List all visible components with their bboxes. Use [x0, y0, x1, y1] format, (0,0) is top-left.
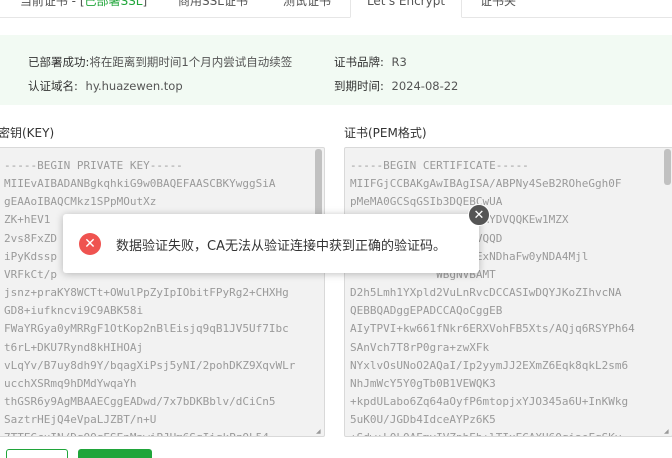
- certificate-scrollbar[interactable]: [663, 148, 672, 435]
- cert-domain-value: hy.huazewen.top: [85, 79, 183, 93]
- cert-brand-label: 证书品牌:: [334, 55, 384, 69]
- key-section-label: 密钥(KEY): [0, 126, 55, 140]
- cert-domain: 认证域名: hy.huazewen.top: [28, 78, 183, 94]
- private-key-resize-handle[interactable]: ◢: [316, 429, 322, 435]
- deploy-status-label: 已部署成功:: [28, 55, 90, 69]
- cert-section-label: 证书(PEM格式): [344, 126, 427, 140]
- private-key-textarea[interactable]: -----BEGIN PRIVATE KEY----- MIIEvAIBADAN…: [0, 147, 325, 437]
- cert-domain-label: 认证域名:: [28, 79, 78, 93]
- tab-commercial-ssl[interactable]: 商用SSL证书: [171, 0, 255, 17]
- tab-bar: 当前证书 - [已部署SSL] 商用SSL证书 测试证书 Let's Encry…: [0, 0, 672, 18]
- cert-info-panel: 已部署成功:将在距离到期时间1个月内尝试自动续签 认证域名: hy.huazew…: [0, 35, 672, 105]
- certificate-scroll-thumb[interactable]: [664, 149, 671, 185]
- deploy-status: 已部署成功:将在距离到期时间1个月内尝试自动续签: [28, 54, 292, 70]
- error-icon: ✕: [79, 233, 101, 255]
- deploy-status-value: 将在距离到期时间1个月内尝试自动续签: [89, 55, 293, 69]
- cert-expiry: 到期时间: 2024-08-22: [334, 78, 458, 94]
- tab-current-cert[interactable]: 当前证书 - [已部署SSL]: [0, 0, 171, 17]
- bottom-button-left[interactable]: [6, 449, 68, 458]
- close-icon[interactable]: ✕: [468, 204, 490, 226]
- cert-brand-value: R3: [391, 55, 407, 69]
- cert-expiry-value: 2024-08-22: [391, 79, 459, 93]
- error-message: 数据验证失败，CA无法从验证连接中获到正确的验证码。: [116, 239, 446, 254]
- tab-lets-encrypt[interactable]: Let's Encrypt: [350, 0, 462, 18]
- bottom-button-right[interactable]: [78, 449, 152, 458]
- tab-test-cert[interactable]: 测试证书: [275, 0, 339, 17]
- certificate-resize-handle[interactable]: ◢: [664, 429, 670, 435]
- certificate-textarea[interactable]: -----BEGIN CERTIFICATE----- MIIFGjCCBAKg…: [344, 147, 672, 437]
- cert-brand: 证书品牌: R3: [334, 54, 407, 70]
- cert-expiry-label: 到期时间:: [334, 79, 384, 93]
- deployed-ssl-highlight: 已部署SSL: [84, 0, 143, 8]
- private-key-scrollbar[interactable]: [314, 148, 323, 435]
- error-toast: ✕ 数据验证失败，CA无法从验证连接中获到正确的验证码。: [63, 214, 479, 273]
- tab-cert-folder[interactable]: 证书夹: [474, 0, 522, 17]
